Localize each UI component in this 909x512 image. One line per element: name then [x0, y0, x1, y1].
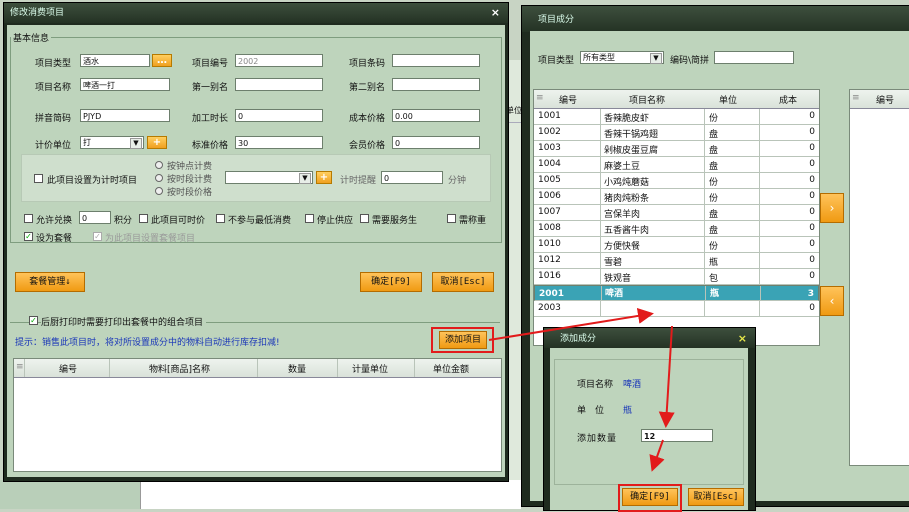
arrow-to-qty	[658, 325, 675, 428]
arrow-to-ok	[649, 439, 665, 472]
annotation-arrows	[488, 308, 675, 472]
arrow-to-beer-row	[488, 308, 654, 341]
